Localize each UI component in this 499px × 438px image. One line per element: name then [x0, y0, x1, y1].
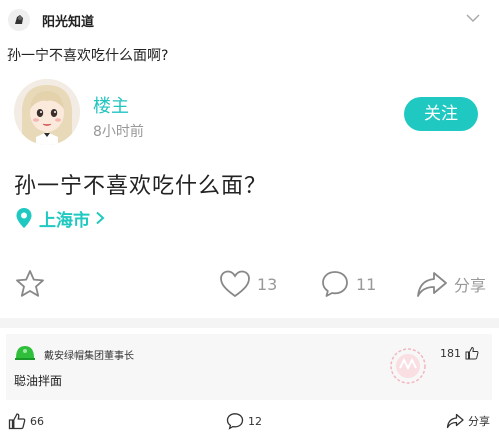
- location-text: 上海市: [39, 210, 90, 231]
- footer-like-button[interactable]: 66: [8, 411, 44, 431]
- footer-comment-count: 12: [248, 414, 262, 428]
- question-title: 孙一宁不喜欢吃什么面啊?: [7, 48, 169, 64]
- like-button[interactable]: 13: [219, 266, 277, 302]
- follow-button[interactable]: 关注: [404, 97, 478, 131]
- author-name[interactable]: 楼主: [93, 92, 129, 118]
- footer-share-label: 分享: [468, 415, 490, 428]
- post-body: 孙一宁不喜欢吃什么面？: [14, 174, 268, 199]
- commenter-avatar-icon[interactable]: [14, 342, 36, 364]
- comment-card: 戴安绿帽集团董事长 181 聪油拌面: [6, 334, 492, 400]
- post-time: 8小时前: [93, 124, 144, 140]
- comment-count: 11: [356, 274, 377, 294]
- location-pin-icon: [16, 208, 32, 228]
- favorite-button[interactable]: [14, 266, 46, 302]
- comment-like-count: 181: [440, 346, 461, 360]
- location-link[interactable]: 上海市: [15, 206, 105, 231]
- comment-like-button[interactable]: 181: [440, 346, 479, 360]
- share-button[interactable]: 分享: [416, 266, 486, 302]
- top-bar: 阳光知道: [0, 0, 499, 40]
- section-divider: [0, 318, 499, 328]
- commenter-name[interactable]: 戴安绿帽集团董事长: [44, 347, 134, 362]
- star-icon: [16, 270, 44, 297]
- footer-like-count: 66: [30, 414, 44, 428]
- post-actions: 13 11 分享: [0, 266, 499, 306]
- share-icon: [446, 413, 464, 429]
- chevron-down-icon[interactable]: [466, 13, 480, 23]
- footer-bar: 66 12 分享: [0, 405, 499, 435]
- footer-share-button[interactable]: 分享: [446, 411, 490, 431]
- comment-bubble-icon: [322, 271, 348, 297]
- footer-comment-button[interactable]: 12: [226, 411, 262, 431]
- site-name[interactable]: 阳光知道: [42, 11, 94, 30]
- user-avatar[interactable]: [14, 79, 80, 145]
- like-count: 13: [257, 274, 278, 294]
- share-icon: [417, 272, 447, 297]
- comment-bubble-icon: [226, 413, 244, 430]
- share-label: 分享: [454, 276, 487, 295]
- comment-button[interactable]: 11: [320, 266, 376, 302]
- thumbs-up-icon: [465, 346, 479, 360]
- site-avatar-icon[interactable]: [8, 9, 30, 31]
- heart-icon: [220, 270, 250, 298]
- thumbs-up-icon: [8, 413, 26, 430]
- comment-text: 聪油拌面: [14, 374, 63, 388]
- chevron-right-icon: [96, 211, 105, 225]
- stamp-icon: [390, 348, 426, 384]
